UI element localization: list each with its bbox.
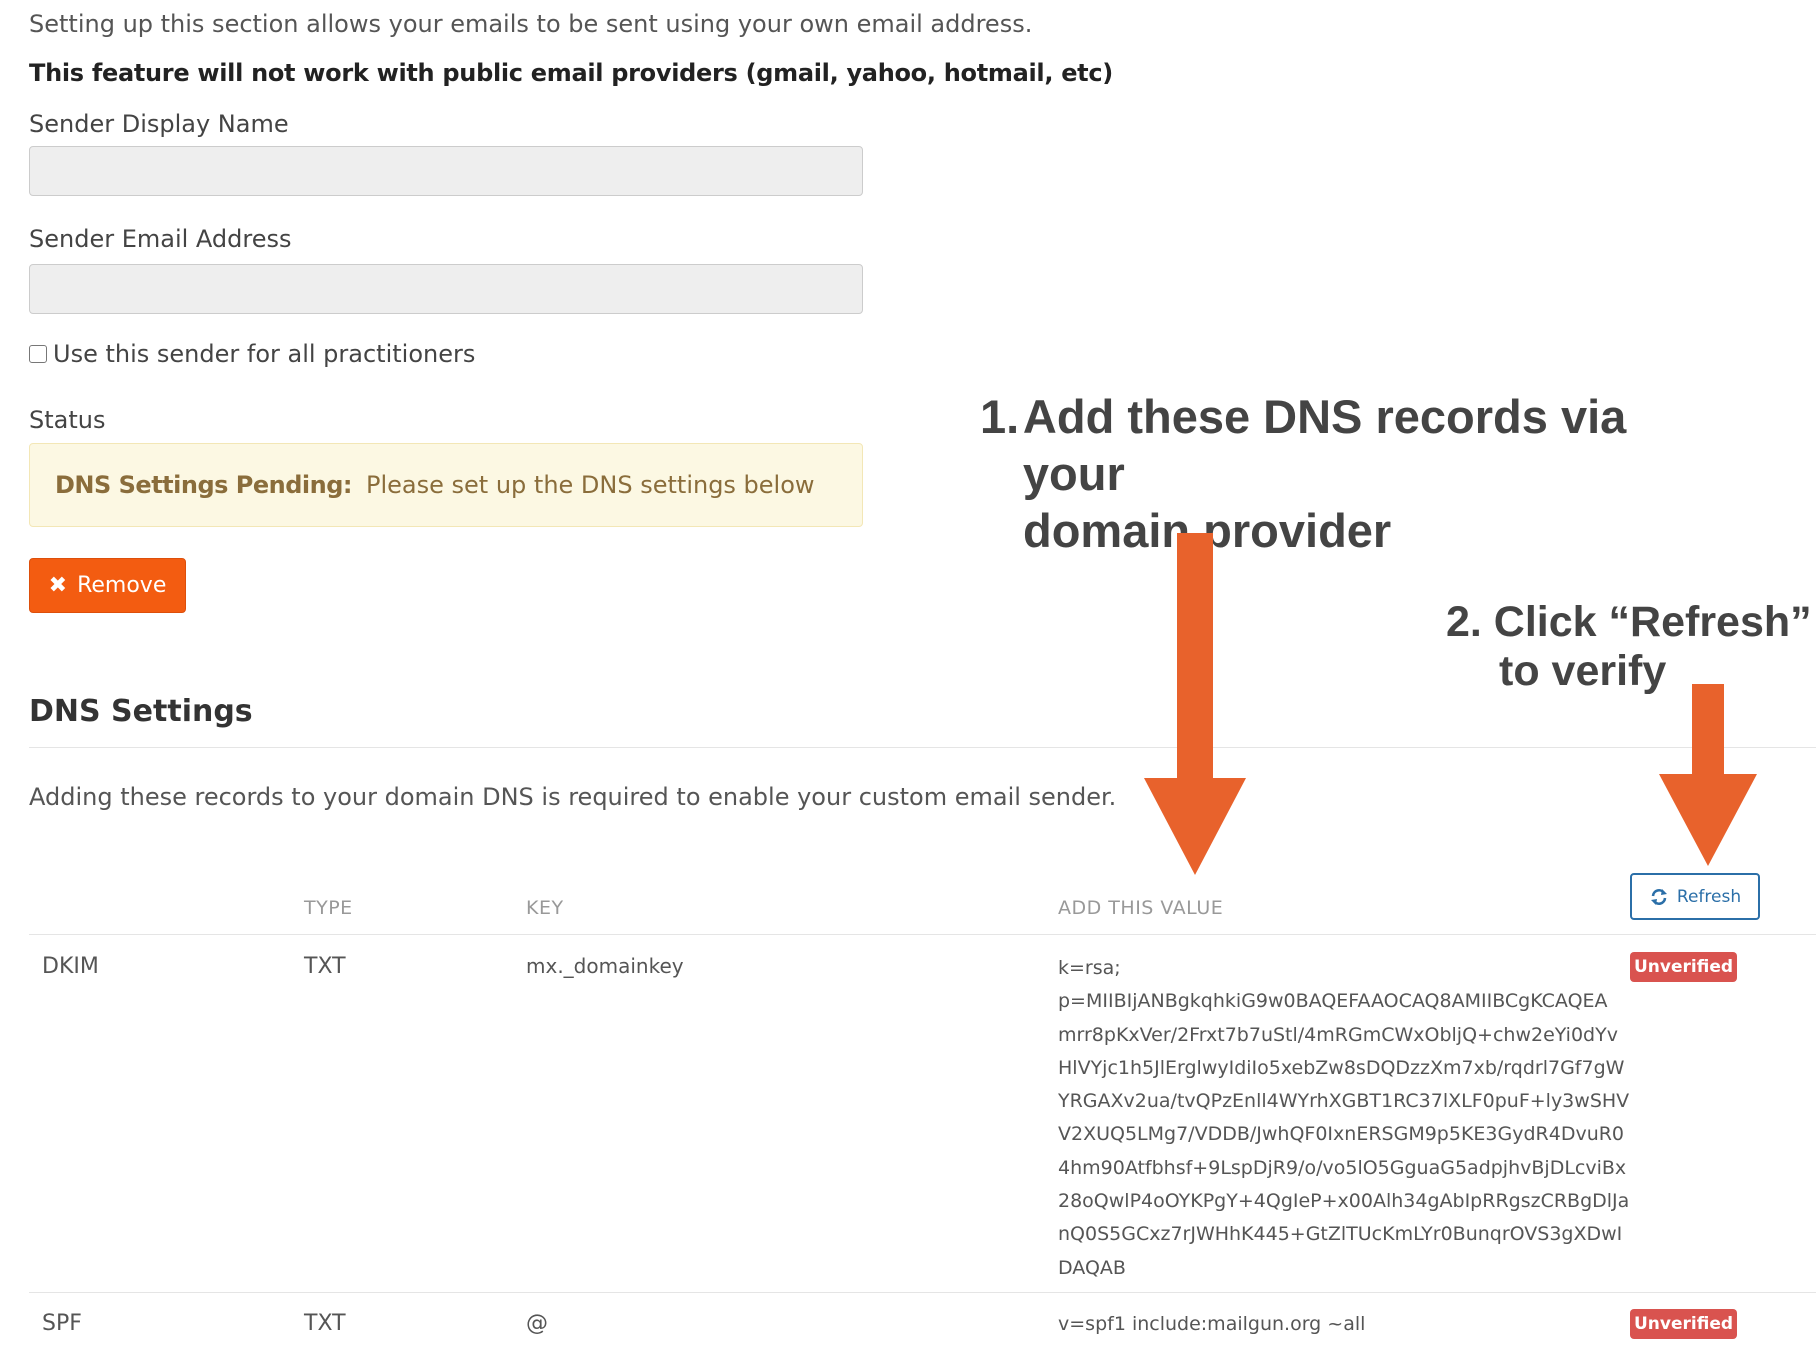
- public-provider-warning: This feature will not work with public e…: [29, 59, 1113, 87]
- x-icon: ✖: [48, 573, 68, 598]
- dkim-value-line: p=MIIBIjANBgkqhkiG9w0BAQEFAAOCAQ8AMIIBCg…: [1058, 990, 1608, 1013]
- status-alert: DNS Settings Pending: Please set up the …: [29, 443, 863, 527]
- dkim-value-line: nQ0S5GCxz7rJWHhK445+GtZlTUcKmLYr0BunqrOV…: [1058, 1223, 1623, 1246]
- step2-annotation: 2. Click “Refresh” to verify: [1446, 598, 1816, 696]
- step1-annotation: 1. Add these DNS records via your domain…: [980, 388, 1740, 559]
- dkim-value-line: DAQAB: [1058, 1256, 1126, 1279]
- use-for-all-row[interactable]: Use this sender for all practitioners: [29, 340, 475, 368]
- use-for-all-label: Use this sender for all practitioners: [53, 340, 476, 368]
- spf-name: SPF: [42, 1311, 82, 1336]
- dkim-value: k=rsa; p=MIIBIjANBgkqhkiG9w0BAQEFAAOCAQ8…: [1058, 952, 1630, 1285]
- remove-button[interactable]: ✖ Remove: [29, 558, 186, 613]
- spf-status-badge: Unverified: [1630, 1309, 1737, 1339]
- spf-value: v=spf1 include:mailgun.org ~all: [1058, 1313, 1366, 1335]
- dkim-value-line: k=rsa;: [1058, 957, 1121, 979]
- status-label: Status: [29, 406, 106, 434]
- spf-type: TXT: [304, 1311, 346, 1336]
- dkim-value-line: YRGAXv2ua/tvQPzEnll4WYrhXGBT1RC37lXLF0pu…: [1058, 1090, 1630, 1113]
- dkim-value-line: V2XUQ5LMg7/VDDB/JwhQF0IxnERSGM9p5KE3GydR…: [1058, 1123, 1625, 1146]
- divider: [29, 747, 1816, 748]
- column-header-type: TYPE: [304, 897, 353, 919]
- remove-button-label: Remove: [77, 573, 167, 598]
- display-name-label: Sender Display Name: [29, 110, 289, 138]
- step2-line1: 2. Click “Refresh”: [1446, 598, 1812, 646]
- dns-settings-title: DNS Settings: [29, 694, 253, 729]
- dkim-value-line: mrr8pKxVer/2Frxt7b7uStl/4mRGmCWxObljQ+ch…: [1058, 1023, 1618, 1046]
- refresh-button[interactable]: Refresh: [1630, 873, 1760, 920]
- table-header-divider: [29, 934, 1816, 935]
- dkim-status-badge: Unverified: [1630, 952, 1737, 982]
- step1-line1: Add these DNS records via your: [1022, 390, 1627, 500]
- down-arrow-icon: [1144, 533, 1246, 875]
- down-arrow-icon: [1659, 684, 1757, 866]
- email-input[interactable]: [29, 264, 863, 314]
- status-alert-message: Please set up the DNS settings below: [366, 471, 815, 499]
- row-divider: [29, 1292, 1816, 1293]
- dkim-value-line: 28oQwlP4oOYKPgY+4QgIeP+x00Alh34gAbIpRRgs…: [1058, 1190, 1630, 1213]
- dkim-value-line: 4hm90Atfbhsf+9LspDjR9/o/vo5lO5GguaG5adpj…: [1058, 1156, 1627, 1179]
- status-alert-title: DNS Settings Pending:: [55, 471, 353, 499]
- dns-description: Adding these records to your domain DNS …: [29, 783, 1117, 811]
- step1-number: 1.: [980, 390, 1020, 443]
- dkim-name: DKIM: [42, 954, 99, 979]
- dkim-type: TXT: [304, 954, 346, 979]
- intro-text: Setting up this section allows your emai…: [29, 10, 1033, 38]
- email-label: Sender Email Address: [29, 225, 292, 253]
- dkim-value-line: HlVYjc1h5JlErglwyIdiIo5xebZw8sDQDzzXm7xb…: [1058, 1056, 1625, 1079]
- column-header-value: ADD THIS VALUE: [1058, 897, 1224, 919]
- use-for-all-checkbox[interactable]: [29, 345, 47, 363]
- display-name-input[interactable]: [29, 146, 863, 196]
- refresh-button-label: Refresh: [1676, 886, 1742, 907]
- step2-line2: to verify: [1499, 647, 1667, 695]
- refresh-icon: [1650, 888, 1667, 905]
- column-header-key: KEY: [526, 897, 564, 919]
- dkim-key: mx._domainkey: [526, 954, 684, 978]
- spf-key: @: [526, 1311, 548, 1336]
